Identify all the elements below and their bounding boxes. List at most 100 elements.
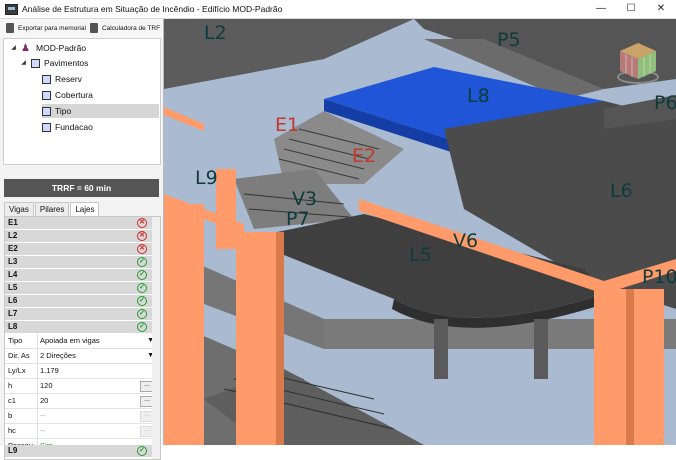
c1-field[interactable]: 20... — [37, 394, 160, 408]
check-icon: ✓ — [137, 296, 147, 306]
c1-value: 20 — [40, 396, 49, 405]
check-icon: ✓ — [137, 322, 147, 332]
label-v6: V6 — [453, 230, 478, 252]
list-item[interactable]: L5✓⌄ — [5, 282, 160, 295]
tab-lajes[interactable]: Lajes — [70, 202, 100, 217]
export-memorial-button[interactable]: Exportar para memorial — [6, 23, 86, 33]
tipo-select[interactable]: Apoiada em vigas ▼ — [37, 334, 160, 348]
slab-id: L8 — [8, 322, 18, 331]
close-button[interactable]: ✕ — [646, 0, 676, 18]
tree-item-tipo[interactable]: Tipo — [42, 104, 159, 118]
tab-vigas[interactable]: Vigas — [4, 202, 34, 216]
dir-as-select[interactable]: 2 Direções ▼ — [37, 349, 160, 363]
prop-label: Dir. As — [8, 351, 30, 360]
prop-hc: hc --... — [5, 424, 160, 439]
check-icon: ✓ — [137, 270, 147, 280]
list-item[interactable]: L9✓⌄ — [5, 445, 160, 458]
prop-c1: c1 20... — [5, 394, 160, 409]
floor-icon — [42, 122, 51, 132]
tree-group-pavimentos[interactable]: ◢ Pavimentos — [20, 56, 88, 70]
tree-item-reserv[interactable]: Reserv — [42, 72, 82, 86]
list-item[interactable]: L6✓⌄ — [5, 295, 160, 308]
tree-root-label: MOD-Padrão — [36, 43, 87, 53]
tree-item-label: Cobertura — [55, 90, 93, 100]
label-e1: E1 — [275, 114, 299, 136]
left-panel: Exportar para memorial Calculadora de TR… — [0, 19, 164, 460]
fail-icon: ✕ — [137, 218, 147, 228]
tree-item-fundacao[interactable]: Fundacao — [42, 120, 93, 134]
collapse-icon[interactable]: ◢ — [10, 41, 17, 55]
trrf-calculator-label: Calculadora de TRF — [102, 24, 161, 32]
prop-h: h 120... — [5, 379, 160, 394]
tab-pilares[interactable]: Pilares — [34, 202, 70, 216]
tree-group-label: Pavimentos — [44, 58, 89, 68]
list-item[interactable]: L7✓⌄ — [5, 308, 160, 321]
slab-id: L4 — [8, 270, 18, 279]
check-icon: ✓ — [137, 309, 147, 319]
label-p7: P7 — [286, 208, 310, 230]
h-field[interactable]: 120... — [37, 379, 160, 393]
hc-field: --... — [37, 424, 160, 438]
app-icon — [5, 4, 18, 15]
ly-lx-value: 1.179 — [37, 364, 160, 378]
column-p7-side — [276, 232, 284, 445]
collapse-icon[interactable]: ◢ — [20, 56, 27, 70]
element-tabs: Vigas Pilares Lajes — [4, 202, 100, 217]
prop-label: h — [8, 381, 13, 390]
column-side — [626, 289, 634, 445]
check-icon: ✓ — [137, 283, 147, 293]
dir-as-value: 2 Direções — [40, 351, 76, 360]
prop-label: hc — [8, 426, 16, 435]
view-cube-icon[interactable] — [616, 41, 660, 85]
prop-label: b — [8, 411, 13, 420]
prop-label: c1 — [8, 396, 16, 405]
building-tree: ◢ ♟ MOD-Padrão ◢ Pavimentos Reserv Cober… — [3, 38, 161, 165]
calculator-icon — [90, 23, 98, 33]
slab-list: E1✕⌄ L2✕⌄ E2✕⌄ L3✓⌄ L4✓⌄ L5✓⌄ L6✓⌄ L7✓⌄ … — [4, 216, 161, 460]
hc-value: -- — [40, 426, 45, 435]
tree-item-cobertura[interactable]: Cobertura — [42, 88, 93, 102]
slab-id: L2 — [8, 231, 18, 240]
title-bar: Análise de Estrutura em Situação de Incê… — [0, 0, 676, 19]
export-icon — [6, 23, 14, 33]
3d-viewport[interactable]: L2 P5 L8 P6 E1 E2 L9 V3 P7 L6 V6 L5 P10 — [164, 19, 676, 445]
column-p10-front — [594, 289, 626, 445]
tipo-value: Apoiada em vigas — [40, 336, 100, 345]
label-p6: P6 — [654, 92, 676, 114]
maximize-button[interactable]: ☐ — [616, 0, 646, 18]
slab-id: L9 — [8, 446, 18, 455]
minimize-button[interactable]: — — [586, 0, 616, 18]
structure-3d-view[interactable]: L2 P5 L8 P6 E1 E2 L9 V3 P7 L6 V6 L5 P10 — [164, 19, 676, 445]
column-p10 — [634, 289, 664, 445]
list-item[interactable]: L4✓⌄ — [5, 269, 160, 282]
list-item[interactable]: L2✕⌄ — [5, 230, 160, 243]
list-item[interactable]: L3✓⌄ — [5, 256, 160, 269]
tree-item-label: Fundacao — [55, 122, 93, 132]
h-value: 120 — [40, 381, 53, 390]
trrf-calculator-button[interactable]: Calculadora de TRF — [90, 23, 160, 33]
slab-id: E2 — [8, 244, 18, 253]
export-memorial-label: Exportar para memorial — [18, 24, 86, 32]
label-v3: V3 — [292, 188, 317, 210]
list-item[interactable]: E1✕⌄ — [5, 217, 160, 230]
b-value: -- — [40, 411, 45, 420]
slab-id: L5 — [8, 283, 18, 292]
column-dark — [434, 319, 448, 379]
slab-id: L7 — [8, 309, 18, 318]
floor-group-icon — [31, 58, 40, 68]
label-l5: L5 — [409, 244, 432, 266]
fail-icon: ✕ — [137, 231, 147, 241]
building-icon: ♟ — [21, 42, 30, 54]
tree-item-label: Tipo — [55, 106, 72, 116]
list-item[interactable]: L8✓⌃ — [5, 321, 160, 334]
scrollbar[interactable] — [152, 217, 160, 459]
label-p10: P10 — [642, 266, 676, 288]
list-item[interactable]: E2✕⌄ — [5, 243, 160, 256]
prop-tipo: Tipo Apoiada em vigas ▼ — [5, 334, 160, 349]
slab-id: L3 — [8, 257, 18, 266]
tree-root[interactable]: ◢ ♟ MOD-Padrão — [10, 41, 86, 55]
column-p7-left — [164, 204, 204, 445]
label-l8: L8 — [467, 85, 490, 107]
prop-dir-as: Dir. As 2 Direções ▼ — [5, 349, 160, 364]
trrf-banner: TRRF = 60 min — [4, 179, 159, 197]
